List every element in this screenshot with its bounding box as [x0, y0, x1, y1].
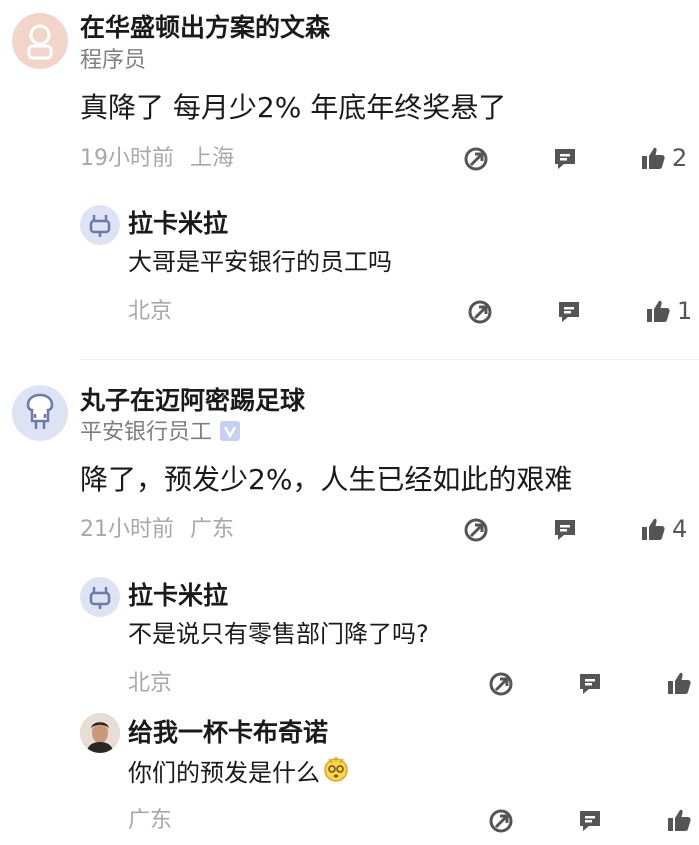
comment-icon [559, 302, 579, 322]
reply-text: 你们的预发是什么 [128, 755, 350, 790]
reply-text-content: 你们的预发是什么 [128, 759, 320, 787]
reply-author[interactable]: 给我一杯卡布奇诺 [128, 720, 328, 745]
thumbs-up-icon [647, 300, 670, 322]
verified-badge-icon [220, 421, 241, 441]
comment-button[interactable] [577, 671, 603, 697]
comment-icon [580, 811, 600, 831]
share-icon [489, 672, 513, 696]
like-count: 2 [672, 144, 688, 172]
reply-location: 北京 [128, 671, 173, 696]
share-icon [468, 300, 492, 324]
avatar[interactable] [80, 713, 120, 753]
like-button[interactable] [666, 670, 692, 696]
comment-text: 真降了 每月少2% 年底年终奖悬了 [80, 91, 507, 124]
avatar[interactable] [12, 385, 68, 441]
share-button[interactable] [488, 671, 514, 697]
reply-text: 大哥是平安银行的员工吗 [128, 248, 392, 276]
reply-text: 不是说只有零售部门降了吗? [128, 620, 429, 648]
share-button[interactable] [488, 808, 514, 834]
like-count: 1 [677, 297, 693, 325]
like-button[interactable] [666, 807, 692, 833]
comment-button[interactable] [556, 299, 582, 325]
comment-author[interactable]: 丸子在迈阿密踢足球 [80, 388, 305, 413]
divider [80, 359, 699, 360]
reply-location: 北京 [128, 299, 173, 324]
share-button[interactable] [463, 146, 489, 172]
avatar[interactable] [80, 577, 120, 617]
thumbs-up-icon [668, 809, 691, 831]
share-icon [489, 809, 513, 833]
comment-time: 21小时前 [80, 517, 174, 542]
share-button[interactable] [467, 299, 493, 325]
reply-location: 广东 [128, 808, 173, 833]
comment-button[interactable] [552, 517, 578, 543]
author-title: 平安银行员工 [80, 420, 241, 445]
reply-author[interactable]: 拉卡米拉 [128, 211, 228, 236]
dizzy-emoji-icon [322, 755, 350, 787]
share-icon [464, 518, 488, 542]
comment-location: 上海 [190, 146, 235, 171]
comment-author[interactable]: 在华盛顿出方案的文森 [80, 15, 330, 40]
share-icon [464, 147, 488, 171]
thumbs-up-icon [668, 672, 691, 694]
thumbs-up-icon [642, 147, 665, 169]
avatar[interactable] [80, 205, 120, 245]
comment-icon [555, 520, 575, 540]
comment-time: 19小时前 [80, 146, 174, 171]
comment-button[interactable] [577, 808, 603, 834]
comment-button[interactable] [552, 146, 578, 172]
like-button[interactable]: 2 [640, 145, 687, 171]
comment-text: 降了，预发少2%，人生已经如此的艰难 [80, 463, 573, 496]
like-count: 4 [672, 515, 688, 543]
comment-icon [580, 674, 600, 694]
comment-location: 广东 [190, 517, 235, 542]
like-button[interactable]: 1 [645, 298, 692, 324]
avatar[interactable] [12, 13, 68, 69]
thumbs-up-icon [642, 518, 665, 540]
like-button[interactable]: 4 [640, 516, 687, 542]
reply-author[interactable]: 拉卡米拉 [128, 583, 228, 608]
author-title-text: 平安银行员工 [80, 420, 213, 445]
author-title: 程序员 [80, 48, 147, 73]
share-button[interactable] [463, 517, 489, 543]
comment-icon [555, 149, 575, 169]
